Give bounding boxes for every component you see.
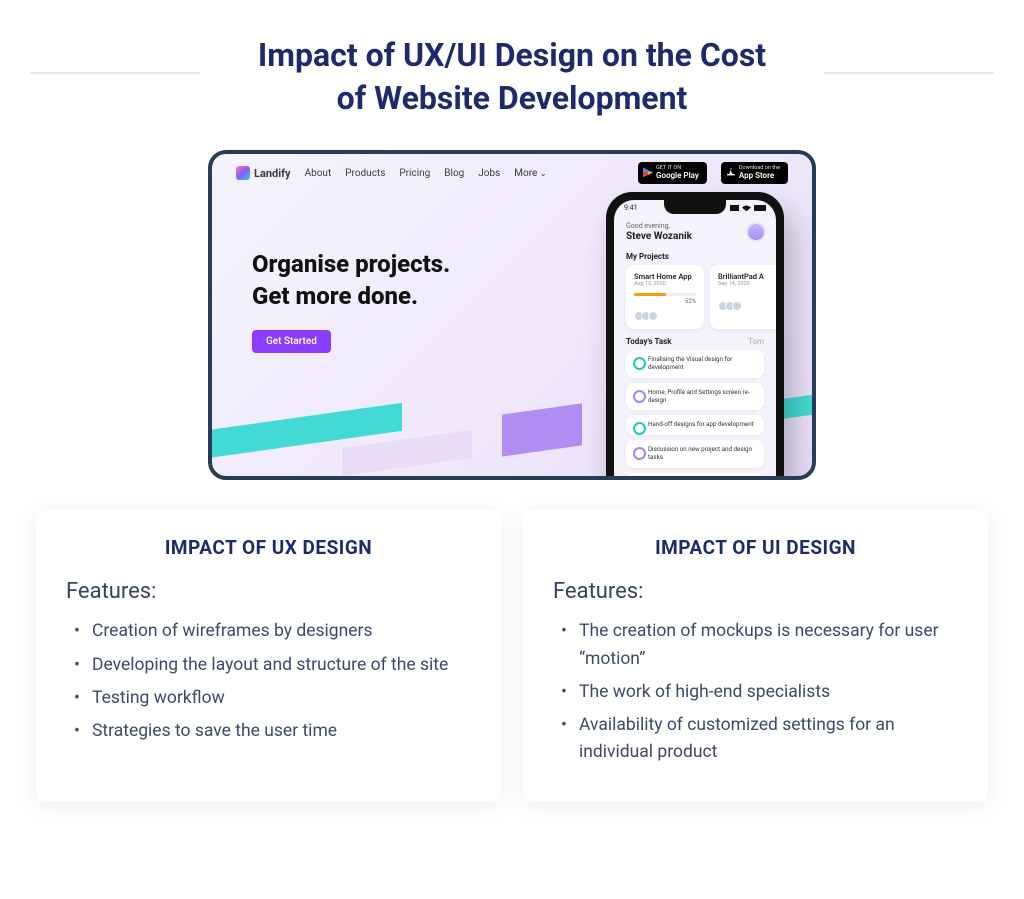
chevron-down-icon: ⌄ — [540, 169, 547, 178]
task-list: Finalising the Visual design for develop… — [614, 350, 776, 480]
project-name: BrilliantPad A — [718, 272, 776, 281]
title-area: Impact of UX/UI Design on the Cost of We… — [0, 0, 1024, 120]
hero-line-1: Organise projects. — [252, 250, 450, 278]
list-item: Availability of customized settings for … — [579, 712, 958, 766]
task-item[interactable]: Home, Profile and Settings screen re-des… — [626, 383, 764, 411]
ui-card-title: IMPACT OF UI DESIGN — [553, 536, 958, 559]
get-started-button[interactable]: Get Started — [252, 330, 331, 353]
brand-name: Landify — [254, 167, 291, 180]
tab-tomorrow[interactable]: Tom — [748, 337, 764, 346]
phone-screen: 9:41 Good evening, Steve Wozanik My Proj… — [614, 200, 776, 480]
wifi-icon — [742, 205, 751, 211]
task-item[interactable]: Discussion on new project and design tas… — [626, 440, 764, 468]
progress-bar — [634, 293, 696, 296]
list-item: Creation of wireframes by designers — [92, 618, 471, 645]
project-card[interactable]: Smart Home App Aug 12, 2020 52% — [626, 265, 704, 329]
project-card[interactable]: BrilliantPad A Sep 14, 2020 — [710, 265, 776, 329]
hero-line-2: Get more done. — [252, 282, 418, 310]
hero-section: Organise projects. Get more done. Get St… — [252, 249, 450, 352]
nav-link-products[interactable]: Products — [345, 168, 385, 179]
project-name: Smart Home App — [634, 272, 696, 281]
deco-stripe — [502, 404, 582, 457]
title-line-2: of Website Development — [337, 79, 688, 117]
ux-card: IMPACT OF UX DESIGN Features: Creation o… — [36, 510, 501, 802]
website-mockup: Landify About Products Pricing Blog Jobs… — [208, 150, 816, 480]
tasks-tabs: Today's Task Tom — [614, 329, 776, 350]
phone-notch — [664, 200, 726, 214]
hero-headline: Organise projects. Get more done. — [252, 249, 450, 311]
ui-card: IMPACT OF UI DESIGN Features: The creati… — [523, 510, 988, 802]
ux-feature-list: Creation of wireframes by designers Deve… — [66, 618, 471, 745]
app-store-bottom: App Store — [739, 172, 780, 180]
list-item: The creation of mockups is necessary for… — [579, 618, 958, 672]
google-play-bottom: Google Play — [656, 172, 699, 180]
divider-left — [30, 72, 200, 74]
progress-pct: 52% — [634, 298, 696, 305]
ui-card-subhead: Features: — [553, 579, 958, 604]
app-store-badge[interactable]: Download on the App Store — [721, 162, 788, 184]
member-avatars — [718, 301, 776, 311]
google-play-top: GET IT ON — [656, 166, 699, 172]
phone-greeting: Good evening, — [626, 222, 764, 230]
nav-link-jobs[interactable]: Jobs — [478, 168, 500, 179]
divider-right — [824, 72, 994, 74]
google-play-badge[interactable]: GET IT ON Google Play — [638, 162, 707, 184]
nav-link-more[interactable]: More ⌄ — [514, 168, 546, 179]
list-item: Testing workflow — [92, 685, 471, 712]
project-cards: Smart Home App Aug 12, 2020 52% Brillian… — [614, 265, 776, 329]
battery-icon — [754, 205, 766, 211]
nav-link-more-label: More — [514, 168, 537, 179]
deco-stripe — [342, 430, 472, 476]
list-item: The work of high-end specialists — [579, 679, 958, 706]
project-date: Sep 14, 2020 — [718, 281, 776, 287]
phone-header: Good evening, Steve Wozanik — [614, 212, 776, 246]
tab-today[interactable]: Today's Task — [626, 337, 671, 346]
nav-link-blog[interactable]: Blog — [444, 168, 464, 179]
brand-logo[interactable]: Landify — [236, 166, 291, 180]
section-my-projects: My Projects — [614, 246, 776, 265]
ux-card-subhead: Features: — [66, 579, 471, 604]
member-avatars — [634, 311, 696, 321]
app-store-top: Download on the — [739, 166, 780, 172]
phone-mockup: 9:41 Good evening, Steve Wozanik My Proj… — [606, 192, 784, 480]
task-item[interactable]: Finalising the Visual design for develop… — [626, 350, 764, 378]
nav-link-pricing[interactable]: Pricing — [399, 168, 430, 179]
mockup-navbar: Landify About Products Pricing Blog Jobs… — [212, 154, 812, 192]
signal-icon — [730, 205, 739, 211]
project-date: Aug 12, 2020 — [634, 281, 696, 287]
list-item: Strategies to save the user time — [92, 718, 471, 745]
task-item[interactable]: Create initial layout for home page desi… — [626, 473, 764, 481]
phone-time: 9:41 — [624, 204, 638, 212]
ux-card-title: IMPACT OF UX DESIGN — [66, 536, 471, 559]
title-line-1: Impact of UX/UI Design on the Cost — [258, 36, 766, 74]
page-title: Impact of UX/UI Design on the Cost of We… — [172, 34, 852, 120]
phone-username: Steve Wozanik — [626, 231, 764, 242]
nav-link-about[interactable]: About — [305, 168, 332, 179]
task-item[interactable]: Hand-off designs for app development — [626, 415, 764, 435]
brand-logo-icon — [236, 166, 250, 180]
cards-row: IMPACT OF UX DESIGN Features: Creation o… — [0, 480, 1024, 802]
ui-feature-list: The creation of mockups is necessary for… — [553, 618, 958, 766]
list-item: Developing the layout and structure of t… — [92, 652, 471, 679]
